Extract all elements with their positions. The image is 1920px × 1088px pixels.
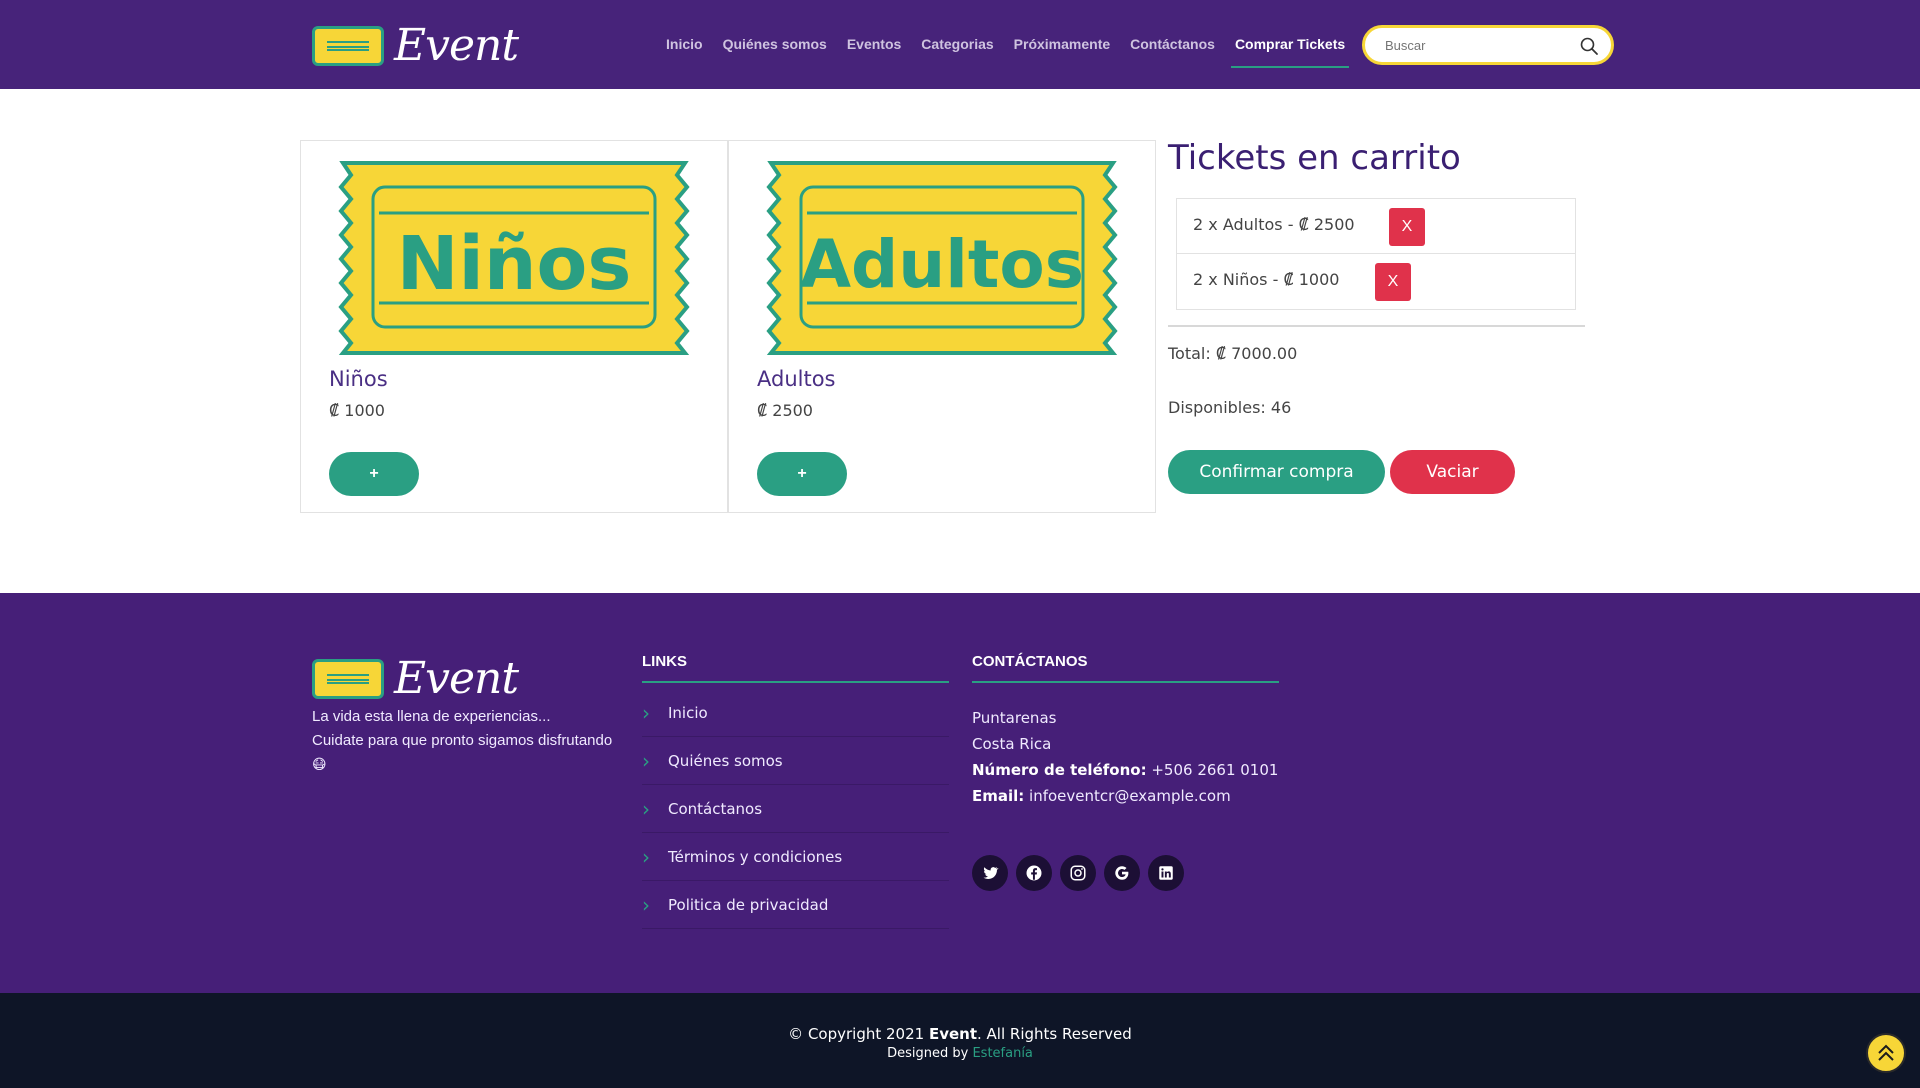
product-name: Niños bbox=[329, 367, 388, 391]
footer-link-label: Inicio bbox=[668, 703, 708, 722]
contact-email-label: Email: bbox=[972, 787, 1025, 805]
ticket-ninos-text: Niños bbox=[397, 221, 632, 307]
copyright-prefix: © Copyright 2021 bbox=[788, 1025, 929, 1043]
instagram-icon[interactable] bbox=[1060, 855, 1096, 891]
designer-link[interactable]: Estefanía bbox=[972, 1046, 1032, 1061]
product-price: ₡ 2500 bbox=[757, 401, 813, 420]
footer-link-label: Términos y condiciones bbox=[668, 847, 843, 866]
ticket-logo-icon bbox=[312, 658, 384, 699]
product-card-adultos: Adultos Adultos ₡ 2500 + bbox=[728, 140, 1156, 513]
nav-item-contactanos[interactable]: Contáctanos bbox=[1130, 0, 1215, 89]
footer-brand-logo[interactable]: Event bbox=[312, 653, 519, 704]
contact-email-row: Email: infoeventcr@example.com bbox=[972, 783, 1278, 809]
tagline-line-1: La vida esta llena de experiencias... bbox=[312, 708, 551, 725]
facebook-icon[interactable] bbox=[1016, 855, 1052, 891]
copyright-brand: Event bbox=[928, 1025, 977, 1043]
product-name: Adultos bbox=[757, 367, 836, 391]
product-price: ₡ 1000 bbox=[329, 401, 385, 420]
links-heading: LINKS bbox=[642, 653, 687, 670]
social-links bbox=[972, 855, 1192, 891]
brand-name: Event bbox=[394, 20, 519, 71]
cart-title: Tickets en carrito bbox=[1168, 138, 1461, 178]
contact-phone-label: Número de teléfono: bbox=[972, 761, 1147, 779]
cart-item: 2 x Adultos - ₡ 2500 X bbox=[1177, 199, 1575, 254]
designed-prefix: Designed by bbox=[887, 1046, 973, 1061]
twitter-icon[interactable] bbox=[972, 855, 1008, 891]
nav-item-eventos[interactable]: Eventos bbox=[847, 0, 901, 89]
contact-country: Costa Rica bbox=[972, 735, 1052, 753]
footer-links: › Inicio › Quiénes somos › Contáctanos › Tér… bbox=[642, 689, 949, 929]
contact-heading-underline bbox=[972, 681, 1279, 683]
footer-link-label: Quiénes somos bbox=[668, 751, 783, 770]
bottom-bar: © Copyright 2021 Event. All Rights Reser… bbox=[0, 993, 1920, 1088]
nav-item-categorias[interactable]: Categorias bbox=[921, 0, 993, 89]
links-heading-underline bbox=[642, 681, 949, 683]
add-adultos-button[interactable]: + bbox=[757, 452, 847, 496]
cart-divider bbox=[1168, 325, 1585, 327]
confirm-purchase-button[interactable]: Confirmar compra bbox=[1168, 450, 1385, 494]
ticket-ninos-image: Niños bbox=[338, 161, 690, 355]
chevron-right-icon: › bbox=[642, 844, 650, 869]
ticket-logo-icon bbox=[312, 25, 384, 66]
nav-item-proximamente[interactable]: Próximamente bbox=[1014, 0, 1110, 89]
contact-email[interactable]: infoeventcr@example.com bbox=[1024, 787, 1231, 805]
nav-item-inicio[interactable]: Inicio bbox=[666, 0, 703, 89]
search-input[interactable] bbox=[1385, 37, 1565, 53]
chevron-right-icon: › bbox=[642, 796, 650, 821]
contact-phone-row: Número de teléfono: +506 2661 0101 bbox=[972, 757, 1278, 783]
chevron-right-icon: › bbox=[642, 748, 650, 773]
cart-list: 2 x Adultos - ₡ 2500 X 2 x Niños - ₡ 100… bbox=[1176, 198, 1576, 310]
chevron-right-icon: › bbox=[642, 892, 650, 917]
site-footer: Event La vida esta llena de experiencias… bbox=[0, 593, 1920, 993]
copyright-suffix: . All Rights Reserved bbox=[977, 1025, 1132, 1043]
contact-phone: +506 2661 0101 bbox=[1146, 761, 1279, 779]
main-nav: Inicio Quiénes somos Eventos Categorias … bbox=[666, 0, 1365, 89]
footer-link-quienes-somos[interactable]: › Quiénes somos bbox=[642, 737, 949, 785]
remove-item-button[interactable]: X bbox=[1375, 263, 1411, 301]
footer-link-contactanos[interactable]: › Contáctanos bbox=[642, 785, 949, 833]
footer-contact: Puntarenas Costa Rica Número de teléfono… bbox=[972, 705, 1278, 809]
ticket-adultos-image: Adultos bbox=[766, 161, 1118, 355]
copyright: © Copyright 2021 Event. All Rights Reser… bbox=[0, 1025, 1920, 1043]
cart-item-text: 2 x Adultos - ₡ 2500 bbox=[1193, 215, 1355, 234]
nav-item-comprar-tickets[interactable]: Comprar Tickets bbox=[1230, 0, 1350, 89]
empty-cart-button[interactable]: Vaciar bbox=[1390, 450, 1515, 494]
search-icon[interactable] bbox=[1579, 36, 1599, 56]
mask-emoji-icon: 😷 bbox=[312, 757, 327, 773]
ticket-adultos-text: Adultos bbox=[800, 226, 1084, 303]
cart-item: 2 x Niños - ₡ 1000 X bbox=[1177, 254, 1575, 309]
search-box bbox=[1362, 25, 1614, 65]
footer-link-label: Politica de privacidad bbox=[668, 895, 829, 914]
footer-link-inicio[interactable]: › Inicio bbox=[642, 689, 949, 737]
double-chevron-up-icon bbox=[1878, 1044, 1894, 1061]
footer-tagline: La vida esta llena de experiencias... Cu… bbox=[312, 705, 622, 777]
chevron-right-icon: › bbox=[642, 700, 650, 725]
designed-by: Designed by Estefanía bbox=[0, 1046, 1920, 1061]
footer-link-label: Contáctanos bbox=[668, 799, 763, 818]
nav-item-quienes-somos[interactable]: Quiénes somos bbox=[723, 0, 827, 89]
product-card-ninos: Niños Niños ₡ 1000 + bbox=[300, 140, 728, 513]
linkedin-icon[interactable] bbox=[1148, 855, 1184, 891]
brand-logo[interactable]: Event bbox=[312, 20, 519, 71]
footer-link-privacidad[interactable]: › Politica de privacidad bbox=[642, 881, 949, 929]
contact-heading: CONTÁCTANOS bbox=[972, 653, 1088, 670]
cart-item-text: 2 x Niños - ₡ 1000 bbox=[1193, 270, 1340, 289]
add-ninos-button[interactable]: + bbox=[329, 452, 419, 496]
footer-link-terminos[interactable]: › Términos y condiciones bbox=[642, 833, 949, 881]
footer-brand-name: Event bbox=[394, 653, 519, 704]
site-header: Event Inicio Quiénes somos Eventos Categ… bbox=[0, 0, 1920, 89]
tagline-line-2: Cuidate para que pronto sigamos disfruta… bbox=[312, 732, 613, 749]
back-to-top-button[interactable] bbox=[1866, 1033, 1906, 1073]
google-icon[interactable] bbox=[1104, 855, 1140, 891]
contact-city: Puntarenas bbox=[972, 709, 1057, 727]
cart-available: Disponibles: 46 bbox=[1168, 398, 1292, 417]
cart-total: Total: ₡ 7000.00 bbox=[1168, 344, 1298, 363]
remove-item-button[interactable]: X bbox=[1389, 208, 1425, 246]
